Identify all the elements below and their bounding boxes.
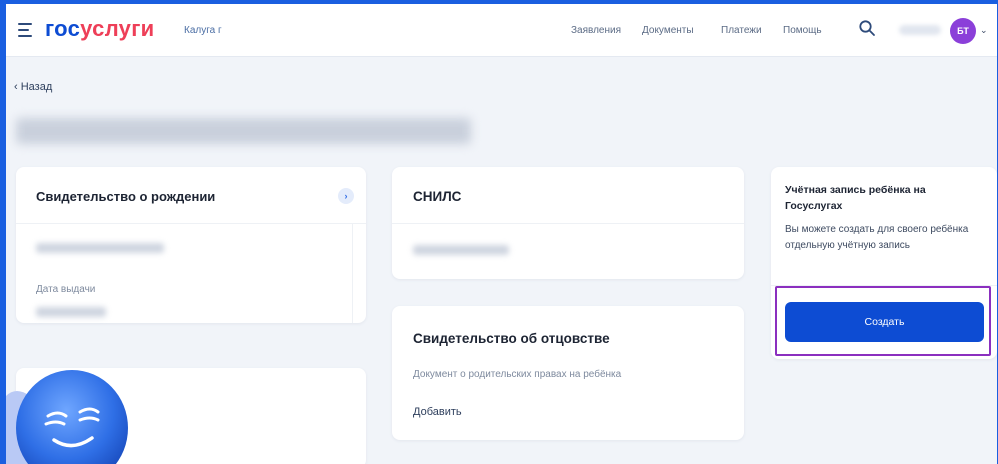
chevron-down-icon[interactable]: ⌄ xyxy=(980,25,988,36)
snils-title: СНИЛС xyxy=(413,189,462,204)
chevron-right-icon[interactable]: › xyxy=(338,188,354,204)
user-name-blurred[interactable] xyxy=(899,25,941,35)
app-frame: госуслуги Калуга г Заявления Документы П… xyxy=(6,4,997,464)
avatar[interactable]: БТ xyxy=(950,18,976,44)
divider xyxy=(16,223,366,224)
gosuslugi-logo[interactable]: госуслуги xyxy=(45,16,155,42)
mascot-icon xyxy=(6,370,128,464)
location-selector[interactable]: Калуга г xyxy=(184,25,222,36)
paternity-certificate-title: Свидетельство об отцовстве xyxy=(413,331,610,346)
child-account-description: Вы можете создать для своего ребёнка отд… xyxy=(785,224,969,251)
nav-documents[interactable]: Документы xyxy=(642,25,694,36)
issue-date-label: Дата выдачи xyxy=(36,284,96,295)
child-account-title: Учётная запись ребёнка на Госуслугах xyxy=(785,184,926,212)
birth-certificate-card[interactable]: Свидетельство о рождении › Дата выдачи xyxy=(16,167,366,323)
search-icon[interactable] xyxy=(858,19,876,37)
child-name-blurred xyxy=(16,118,471,144)
divider xyxy=(352,223,353,323)
paternity-certificate-card: Свидетельство об отцовстве Документ о ро… xyxy=(392,306,744,440)
nav-payments[interactable]: Платежи xyxy=(721,25,762,36)
add-paternity-link[interactable]: Добавить xyxy=(413,406,462,418)
nav-help[interactable]: Помощь xyxy=(783,25,822,36)
create-account-button[interactable]: Создать xyxy=(785,302,984,342)
birth-certificate-title: Свидетельство о рождении xyxy=(36,189,216,204)
snils-card[interactable]: СНИЛС xyxy=(392,167,744,279)
certificate-number-blurred xyxy=(36,243,164,253)
nav-applications[interactable]: Заявления xyxy=(571,25,621,36)
back-link[interactable]: ‹ Назад xyxy=(14,81,52,93)
issue-date-blurred xyxy=(36,307,106,317)
divider xyxy=(392,223,744,224)
snils-number-blurred xyxy=(413,245,509,255)
top-bar: госуслуги Калуга г Заявления Документы П… xyxy=(6,4,997,57)
paternity-description: Документ о родительских правах на ребёнк… xyxy=(413,369,622,380)
menu-icon[interactable] xyxy=(18,23,32,41)
